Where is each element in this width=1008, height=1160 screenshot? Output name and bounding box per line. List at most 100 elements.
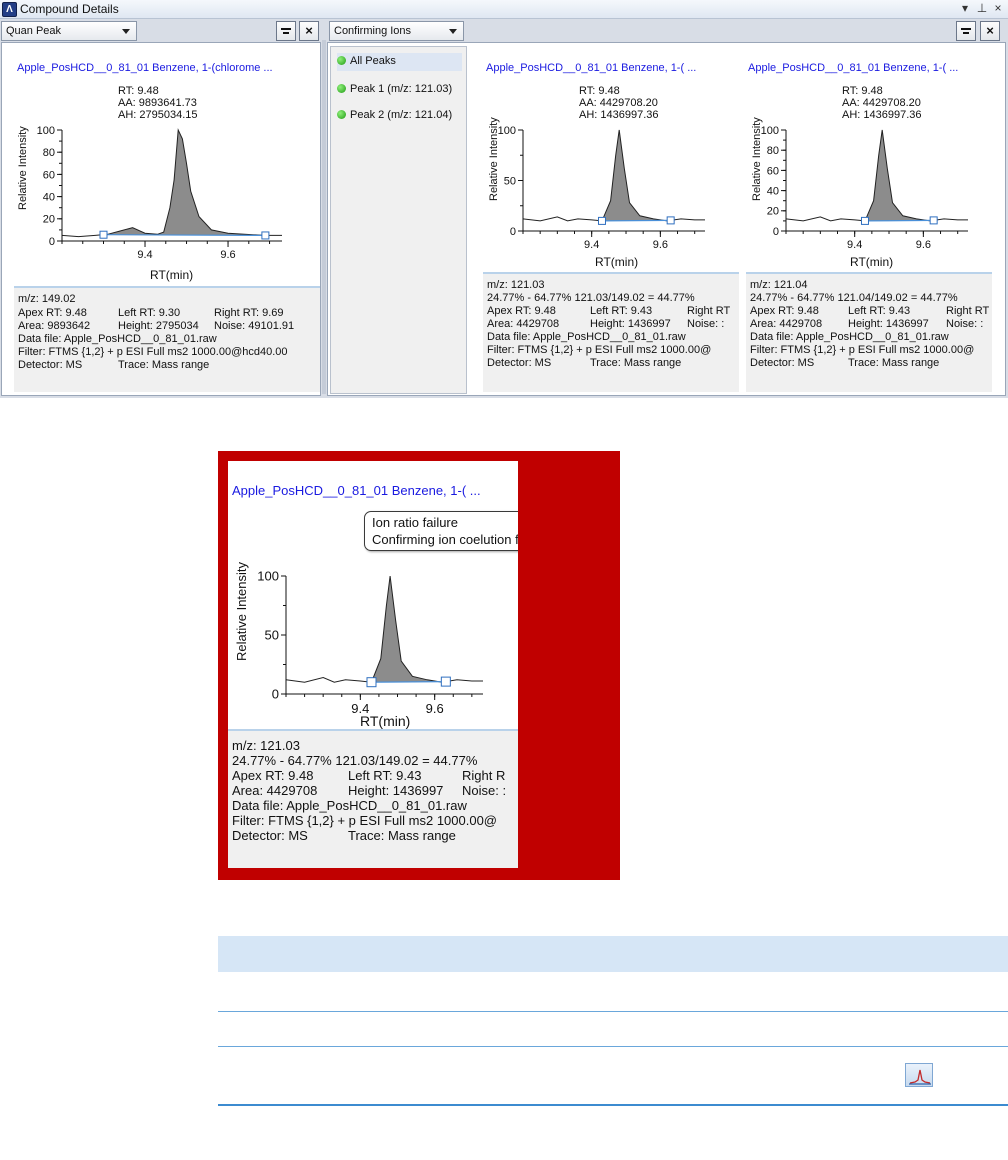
area-row: Area: 4429708 Height: 1436997 Noise: : [487, 318, 739, 330]
table-header [218, 936, 1008, 972]
window-title: Compound Details [20, 2, 119, 16]
area-value: Area: 4429708 [750, 318, 823, 330]
filter-text: Filter: FTMS {1,2} + p ESI Full ms2 1000… [232, 813, 498, 828]
peak-boundary-marker [366, 677, 377, 688]
peak-area-fill [865, 130, 934, 221]
apex-rt: Apex RT: 9.48 [750, 305, 819, 317]
trace-value: Trace: Mass range [118, 359, 210, 371]
trace-value: Trace: Mass range [348, 828, 456, 843]
y-tick-label: 80 [43, 147, 55, 159]
apex-rt: Apex RT: 9.48 [232, 768, 314, 783]
compound-details-window: Λ Compound Details ▾ ⊥ × Quan Peak × Con… [0, 0, 1008, 398]
close-window-icon[interactable]: × [991, 1, 1005, 15]
left-rt: Left RT: 9.43 [590, 305, 653, 317]
y-tick-label: 20 [43, 214, 55, 226]
document-page: Λ Compound Details ▾ ⊥ × Quan Peak × Con… [0, 0, 1008, 1160]
detector-row: Detector: MS Trace: Mass range [18, 359, 318, 371]
title-bar: Λ Compound Details ▾ ⊥ × [0, 0, 1008, 19]
data-file-text: Data file: Apple_PosHCD__0_81_01.raw [487, 331, 686, 343]
callout-line-coelution: Confirming ion coelution failure [372, 532, 518, 547]
y-tick-label: 60 [767, 165, 779, 177]
x-tick-label: 9.6 [653, 239, 668, 251]
mz-text: m/z: 121.03 [487, 279, 545, 291]
status-ok-icon [337, 84, 346, 93]
status-ok-icon [337, 56, 346, 65]
detector-row: Detector: MS Trace: Mass range [750, 357, 992, 369]
confirming-ion-chart-1: 0 50 100 9.4 9.6 [498, 125, 705, 251]
y-tick-label: 100 [498, 125, 516, 137]
data-file-text: Data file: Apple_PosHCD__0_81_01.raw [750, 331, 949, 343]
left-rt: Left RT: 9.43 [348, 768, 422, 783]
x-axis-label: RT(min) [150, 268, 194, 282]
peak-list-item-all[interactable]: All Peaks [337, 53, 462, 71]
ion-ratio-text: 24.77% - 64.77% 121.03/149.02 = 44.77% [487, 292, 695, 304]
y-tick-label: 0 [510, 226, 516, 238]
peak-boundary-marker [99, 230, 108, 239]
peak-info-panel: m/z: 121.03 24.77% - 64.77% 121.03/149.0… [483, 272, 739, 392]
trace-value: Trace: Mass range [848, 357, 940, 369]
mz-text: m/z: 121.03 [232, 738, 300, 753]
height-value: Height: 1436997 [848, 318, 929, 330]
filter-text: Filter: FTMS {1,2} + p ESI Full ms2 1000… [18, 346, 288, 358]
area-value: Area: 4429708 [232, 783, 318, 798]
peak-baseline [371, 681, 446, 683]
data-file-text: Data file: Apple_PosHCD__0_81_01.raw [232, 798, 467, 813]
height-value: Height: 1436997 [348, 783, 444, 798]
left-rt: Left RT: 9.43 [848, 305, 911, 317]
peak-list-item-peak2[interactable]: Peak 2 (m/z: 121.04) [337, 107, 452, 125]
y-tick-label: 50 [265, 628, 279, 643]
zoomed-chart: 0501009.4 9.6 [257, 569, 483, 716]
close-panel-button[interactable]: × [299, 21, 319, 41]
detector-row: Detector: MS Trace: Mass range [232, 828, 518, 843]
quan-peak-card[interactable]: Apple_PosHCD__0_81_01 Benzene, 1-(chloro… [14, 58, 320, 392]
dropdown-menu-icon[interactable]: ▾ [958, 1, 972, 15]
peak-baseline [601, 219, 671, 222]
y-tick-label: 100 [257, 569, 279, 584]
peak-baseline [864, 219, 934, 222]
peak-boundary-marker [440, 676, 451, 687]
y-tick-label: 60 [43, 169, 55, 181]
area-value: Area: 4429708 [487, 318, 560, 330]
filter-button[interactable] [276, 21, 296, 41]
table-row-divider [218, 1046, 1008, 1047]
peak-list-label: All Peaks [350, 55, 396, 67]
ion-ratio-text: 24.77% - 64.77% 121.03/149.02 = 44.77% [232, 753, 478, 768]
close-panel-button-right[interactable]: × [980, 21, 1000, 41]
right-rt: Right RT [687, 305, 731, 317]
noise-value: Noise: 49101.91 [214, 320, 295, 332]
pane-splitter[interactable] [322, 40, 326, 394]
rt-row: Apex RT: 9.48 Left RT: 9.43 Right RT [487, 305, 739, 317]
peak-area-fill [103, 130, 266, 236]
right-rt: Right R [462, 768, 506, 783]
peak-list-item-peak1[interactable]: Peak 1 (m/z: 121.03) [337, 81, 452, 99]
area-row: Area: 4429708 Height: 1436997 Noise: : [750, 318, 992, 330]
pin-icon[interactable]: ⊥ [975, 1, 989, 15]
detector-row: Detector: MS Trace: Mass range [487, 357, 739, 369]
area-value: Area: 9893642 [18, 320, 91, 332]
x-tick-label: 9.4 [584, 239, 599, 251]
table-row-divider [218, 1011, 1008, 1012]
x-tick-label: 9.6 [220, 249, 235, 261]
confirming-ions-dropdown[interactable]: Confirming Ions [329, 21, 464, 41]
height-value: Height: 2795034 [118, 320, 199, 332]
ion-ratio-text: 24.77% - 64.77% 121.04/149.02 = 44.77% [750, 292, 958, 304]
quan-peak-dropdown[interactable]: Quan Peak [1, 21, 137, 41]
mz-text: m/z: 121.04 [750, 279, 808, 291]
right-rt: Right RT [946, 305, 990, 317]
zoomed-confirming-ion-card: Apple_PosHCD__0_81_01 Benzene, 1-( ... R… [228, 461, 518, 868]
y-tick-label: 0 [272, 687, 279, 702]
confirming-ions-dropdown-value: Confirming Ions [334, 25, 412, 37]
x-tick-label: 9.6 [426, 701, 444, 716]
peak-boundary-marker [261, 231, 270, 240]
confirming-ion-chart-2: 0 20 40 60 80 100 9.4 9.6 [761, 125, 968, 251]
peak-list-label: Peak 2 (m/z: 121.04) [350, 109, 453, 121]
confirming-ion-card-1[interactable]: Apple_PosHCD__0_81_01 Benzene, 1-( ... R… [483, 58, 739, 392]
filter-button-right[interactable] [956, 21, 976, 41]
detector-value: Detector: MS [18, 359, 83, 371]
confirming-ion-card-2[interactable]: Apple_PosHCD__0_81_01 Benzene, 1-( ... R… [746, 58, 992, 392]
peak-boundary-marker [929, 216, 938, 225]
area-row: Area: 4429708 Height: 1436997 Noise: : [232, 783, 518, 798]
zoom-card: Apple_PosHCD__0_81_01 Benzene, 1-( ... R… [228, 461, 518, 868]
y-tick-label: 50 [504, 175, 516, 187]
quan-peak-dropdown-value: Quan Peak [6, 25, 62, 37]
